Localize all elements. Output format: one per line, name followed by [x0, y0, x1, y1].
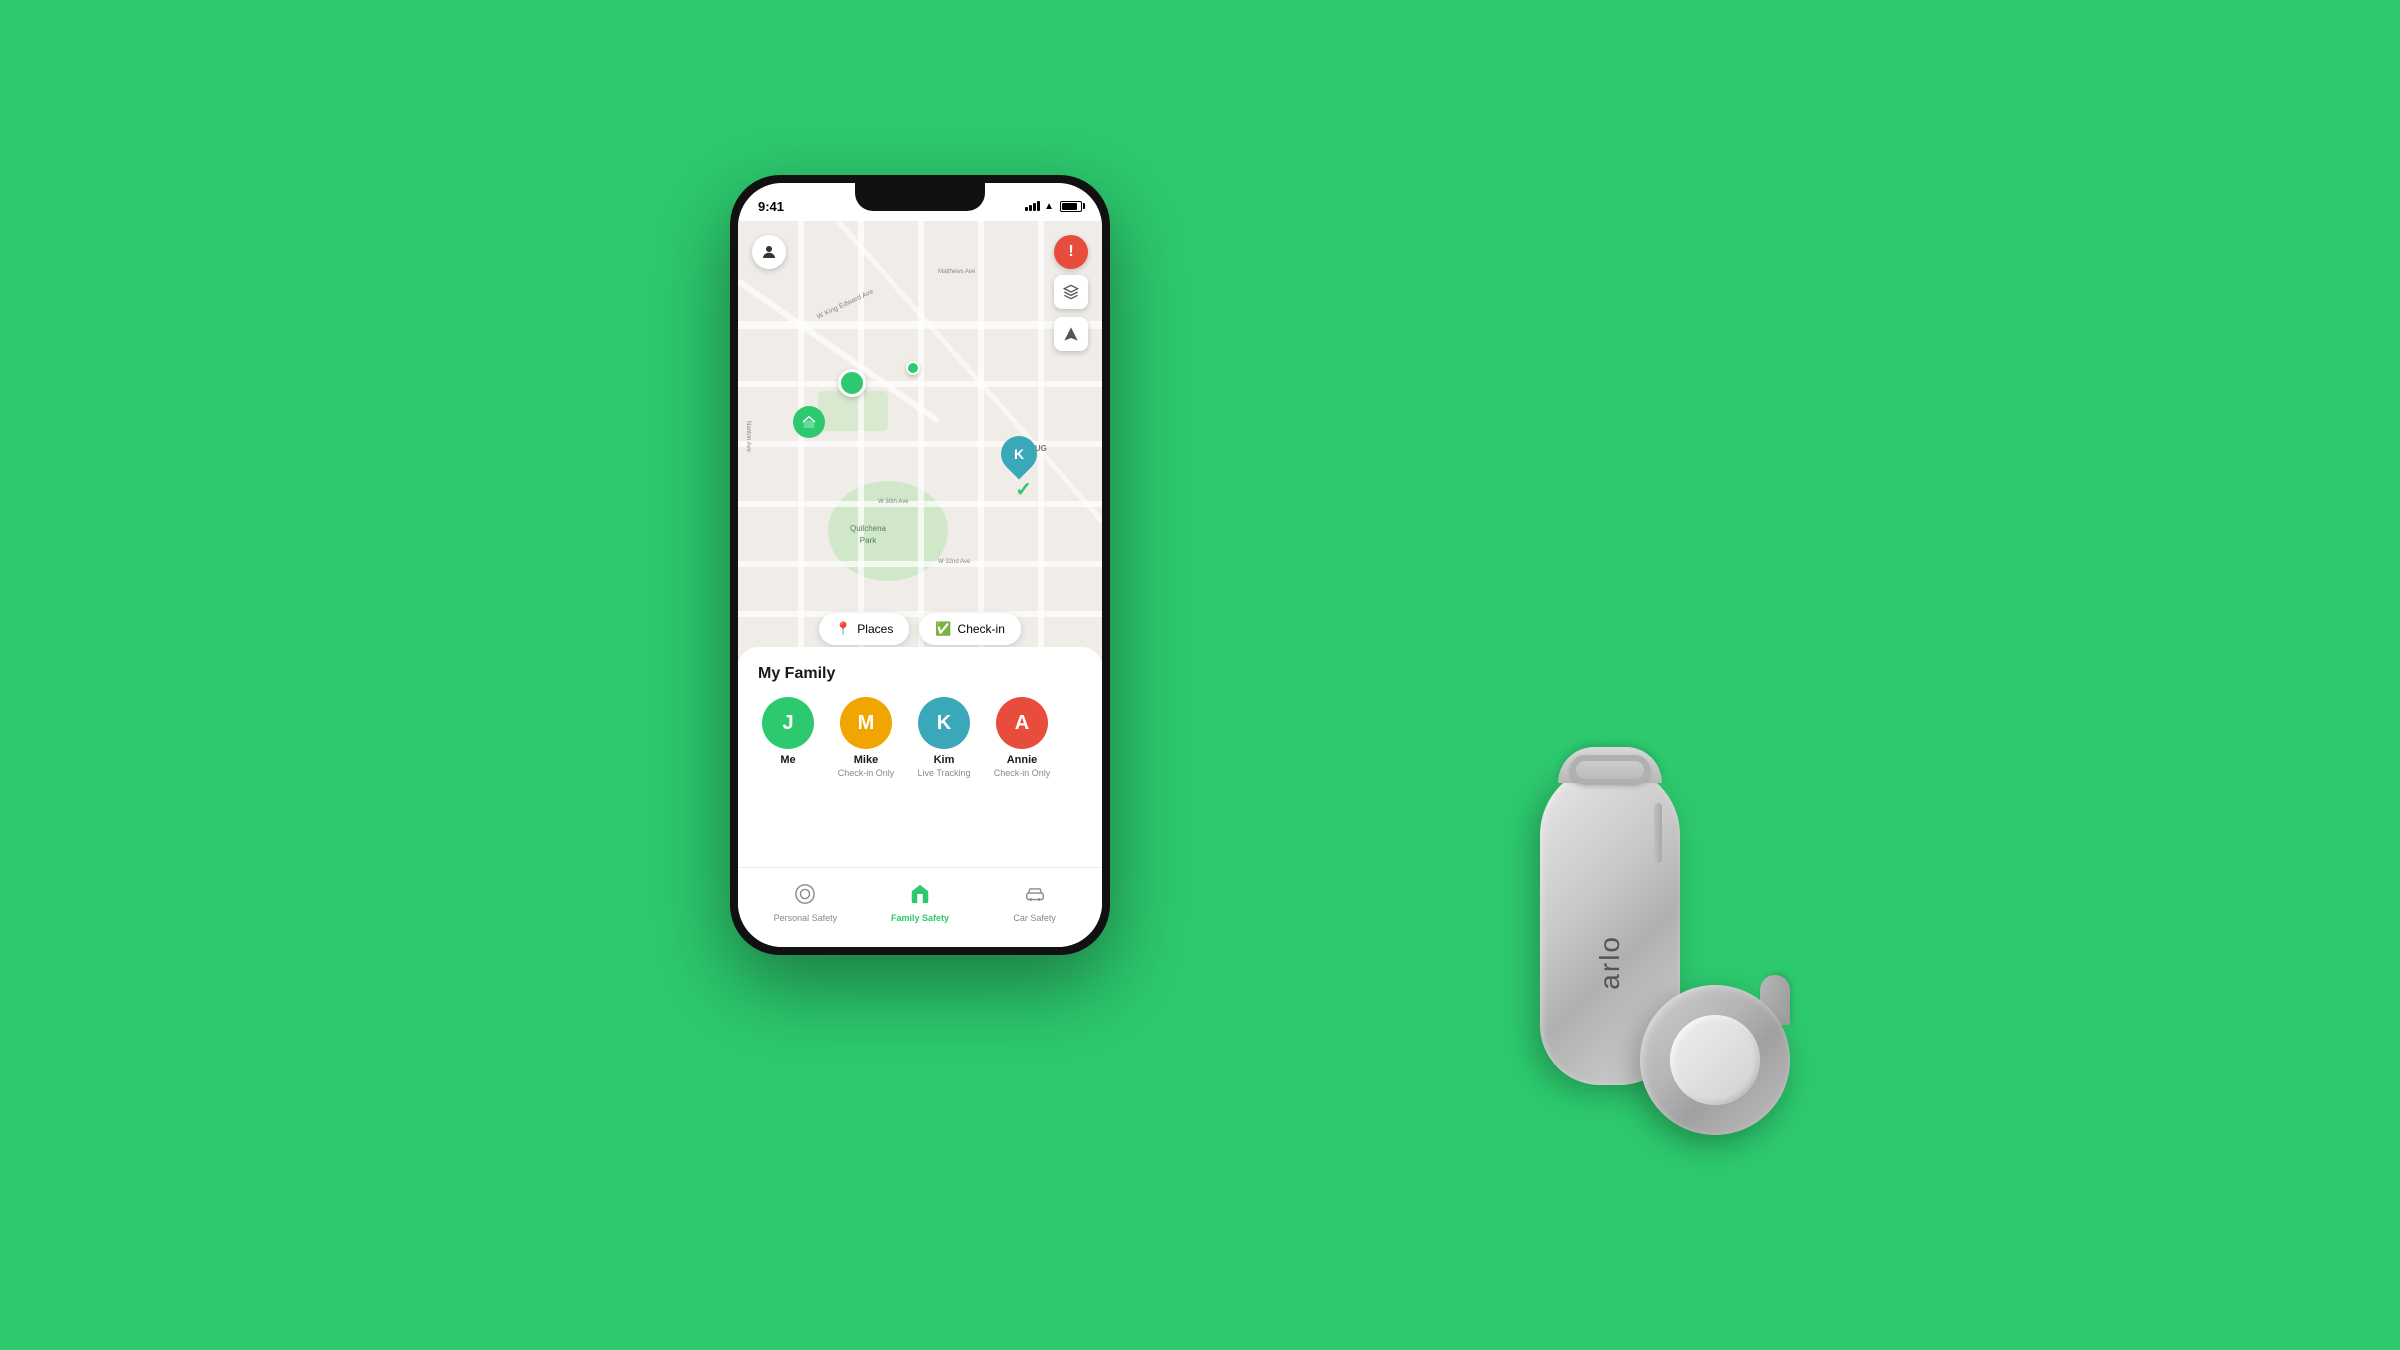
checkin-label: Check-in — [958, 622, 1005, 636]
name-annie: Annie — [1007, 754, 1038, 766]
family-safety-label: Family Safety — [891, 913, 949, 923]
alert-icon: ! — [1068, 243, 1073, 261]
status-time: 9:41 — [758, 199, 784, 214]
member-mike[interactable]: M Mike Check-in Only — [830, 697, 902, 779]
arlo-device: arlo — [1500, 765, 1800, 1145]
nav-car-safety[interactable]: Car Safety — [977, 883, 1092, 923]
checkin-button[interactable]: ✅ Check-in — [919, 613, 1021, 645]
notch — [855, 183, 985, 211]
arlo-brand: arlo — [1594, 935, 1626, 990]
nav-personal-safety[interactable]: Personal Safety — [748, 883, 863, 923]
map-area[interactable]: W King Edward Ave Matthews Ave W 30th Av… — [738, 221, 1102, 661]
scene: 9:41 ▲ — [650, 125, 1750, 1225]
bottom-panel: My Family J Me M Mike Check-in Only — [738, 647, 1102, 947]
map-actions: 📍 Places ✅ Check-in — [819, 613, 1021, 645]
checkin-pin: ✓ — [1015, 477, 1032, 502]
checkin-icon: ✅ — [935, 621, 951, 637]
phone-screen: 9:41 ▲ — [738, 183, 1102, 947]
car-safety-label: Car Safety — [1013, 913, 1056, 923]
round-button — [1670, 1015, 1760, 1105]
family-title: My Family — [738, 647, 1102, 697]
cylinder-strap — [1654, 803, 1662, 863]
user-profile-button[interactable] — [752, 235, 786, 269]
name-kim: Kim — [934, 754, 955, 766]
places-button[interactable]: 📍 Places — [819, 613, 909, 645]
places-icon: 📍 — [835, 621, 851, 637]
status-annie: Check-in Only — [994, 768, 1051, 779]
status-mike: Check-in Only — [838, 768, 895, 779]
layers-icon — [1063, 284, 1079, 300]
cylinder-handle — [1570, 755, 1650, 785]
personal-safety-icon — [794, 883, 816, 910]
svg-text:Park: Park — [860, 536, 877, 545]
layers-button[interactable] — [1054, 275, 1088, 309]
svg-text:W 32nd Ave: W 32nd Ave — [938, 559, 971, 565]
avatar-annie: A — [996, 697, 1048, 749]
svg-text:Quilchena: Quilchena — [850, 524, 887, 533]
person-icon — [760, 243, 778, 261]
car-safety-icon — [1024, 883, 1046, 910]
home-icon — [801, 414, 817, 430]
avatar-me: J — [762, 697, 814, 749]
places-label: Places — [857, 622, 893, 636]
svg-text:Matthews Ave: Matthews Ave — [938, 269, 976, 275]
home-pin[interactable] — [793, 406, 825, 438]
member-kim[interactable]: K Kim Live Tracking — [908, 697, 980, 779]
battery-icon — [1060, 201, 1082, 212]
personal-safety-label: Personal Safety — [774, 913, 838, 923]
member-annie[interactable]: A Annie Check-in Only — [986, 697, 1058, 779]
member-me[interactable]: J Me — [752, 697, 824, 779]
alert-button[interactable]: ! — [1054, 235, 1088, 269]
family-safety-icon — [909, 883, 931, 910]
svg-text:W 30th Ave: W 30th Ave — [878, 499, 909, 505]
location-dot-small — [906, 361, 920, 375]
status-kim: Live Tracking — [917, 768, 970, 779]
avatar-mike: M — [840, 697, 892, 749]
round-tracker — [1640, 985, 1800, 1145]
round-body — [1640, 985, 1790, 1135]
family-members: J Me M Mike Check-in Only K Kim Live — [738, 697, 1102, 779]
map-svg: W King Edward Ave Matthews Ave W 30th Av… — [738, 221, 1102, 661]
avatar-kim: K — [918, 697, 970, 749]
location-button[interactable] — [1054, 317, 1088, 351]
phone: 9:41 ▲ — [730, 175, 1110, 955]
bottom-nav: Personal Safety Family Safety — [738, 867, 1102, 947]
navigation-icon — [1063, 326, 1079, 342]
signal-icon — [1025, 201, 1040, 211]
status-icons: ▲ — [1025, 201, 1082, 212]
location-dot — [838, 369, 866, 397]
svg-text:Nanton Ave: Nanton Ave — [745, 421, 751, 453]
name-mike: Mike — [854, 754, 878, 766]
name-me: Me — [780, 754, 795, 766]
wifi-icon: ▲ — [1044, 201, 1054, 212]
nav-family-safety[interactable]: Family Safety — [863, 883, 978, 923]
